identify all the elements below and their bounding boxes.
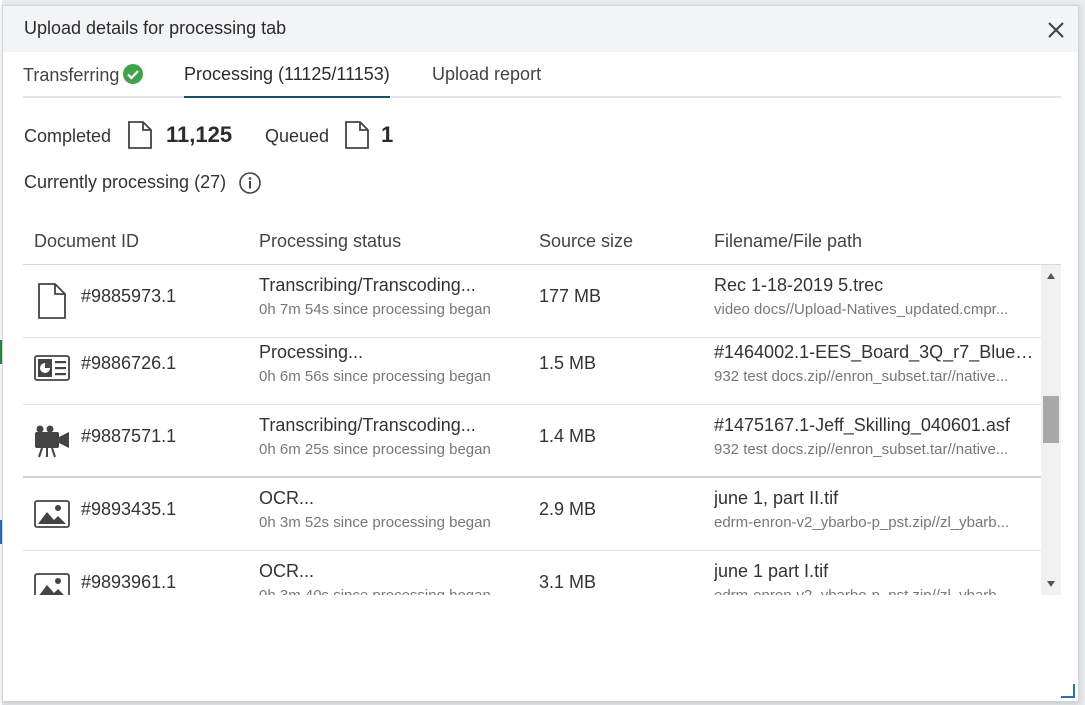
tab-bar: Transferring Processing (11125/11153) Up…	[23, 52, 1061, 98]
document-id[interactable]: #9885973.1	[81, 286, 176, 307]
video-camera-icon	[34, 423, 70, 459]
presentation-icon	[34, 350, 70, 386]
source-size: 2.9 MB	[539, 499, 597, 519]
elapsed-time: 0h 6m 56s since processing began	[259, 368, 491, 385]
elapsed-time: 0h 3m 52s since processing began	[259, 514, 491, 531]
table-row[interactable]: #9893435.1 OCR... 0h 3m 52s since proces…	[23, 478, 1041, 551]
column-header-filename[interactable]: Filename/File path	[714, 231, 862, 252]
tab-upload-report-label: Upload report	[432, 64, 542, 84]
elapsed-time: 0h 7m 54s since processing began	[259, 301, 491, 318]
elapsed-time: 0h 6m 25s since processing began	[259, 441, 491, 458]
upload-details-dialog: Upload details for processing tab Transf…	[2, 5, 1079, 702]
processing-status: Processing...	[259, 342, 364, 362]
processing-table-body: #9885973.1 Transcribing/Transcoding... 0…	[23, 265, 1041, 595]
close-button[interactable]	[1046, 20, 1066, 40]
source-size: 1.4 MB	[539, 426, 597, 446]
queued-count: 1	[381, 122, 394, 147]
document-id[interactable]: #9893961.1	[81, 572, 176, 593]
table-row[interactable]: #9886726.1 Processing... 0h 6m 56s since…	[23, 332, 1041, 405]
image-icon	[34, 496, 70, 532]
dialog-header: Upload details for processing tab	[3, 6, 1078, 52]
tab-upload-report[interactable]: Upload report	[432, 64, 541, 96]
tab-transferring[interactable]: Transferring	[23, 64, 144, 96]
table-row[interactable]: #9893961.1 OCR... 0h 3m 40s since proces…	[23, 551, 1041, 595]
completed-document-icon	[127, 121, 153, 154]
column-header-processing-status[interactable]: Processing status	[259, 231, 401, 252]
filename: june 1, part II.tif	[714, 488, 839, 508]
tab-processing-label: Processing (11125/11153)	[184, 64, 390, 84]
image-icon	[34, 569, 70, 595]
file-path: 932 test docs.zip//enron_subset.tar//nat…	[714, 368, 1009, 385]
resize-handle[interactable]	[1061, 684, 1075, 698]
filename: #1475167.1-Jeff_Skilling_040601.asf	[714, 415, 1010, 435]
source-size: 177 MB	[539, 286, 602, 306]
table-header: Document ID Processing status Source siz…	[23, 227, 1061, 265]
info-icon[interactable]	[239, 172, 261, 199]
check-circle-icon	[123, 64, 144, 89]
filename: Rec 1-18-2019 5.trec	[714, 275, 884, 295]
elapsed-time: 0h 3m 40s since processing began	[259, 587, 491, 595]
completed-label: Completed	[24, 126, 112, 146]
tab-processing[interactable]: Processing (11125/11153)	[184, 64, 390, 98]
table-row[interactable]: #9885973.1 Transcribing/Transcoding... 0…	[23, 265, 1041, 338]
file-path: 932 test docs.zip//enron_subset.tar//nat…	[714, 441, 1009, 458]
table-row[interactable]: #9887571.1 Transcribing/Transcoding... 0…	[23, 405, 1041, 478]
filename: #1464002.1-EES_Board_3Q_r7_Blue....	[714, 342, 1034, 362]
processing-status: Transcribing/Transcoding...	[259, 275, 476, 295]
filename: june 1 part I.tif	[714, 561, 829, 581]
source-size: 3.1 MB	[539, 572, 597, 592]
document-icon	[34, 283, 70, 319]
file-path: edrm-enron-v2_ybarbo-p_pst.zip//zl_ybarb…	[714, 587, 1034, 595]
processing-status: Transcribing/Transcoding...	[259, 415, 476, 435]
currently-processing-label: Currently processing (27)	[24, 172, 227, 192]
tab-transferring-label: Transferring	[23, 65, 120, 85]
document-id[interactable]: #9886726.1	[81, 353, 176, 374]
scroll-down-arrow-icon[interactable]	[1047, 581, 1055, 587]
document-id[interactable]: #9893435.1	[81, 499, 176, 520]
file-path: video docs//Upload-Natives_updated.cmpr.…	[714, 301, 1009, 318]
close-icon	[1048, 22, 1064, 38]
scroll-up-arrow-icon[interactable]	[1047, 273, 1055, 279]
column-header-source-size[interactable]: Source size	[539, 231, 633, 252]
file-path: edrm-enron-v2_ybarbo-p_pst.zip//zl_ybarb…	[714, 514, 1010, 531]
column-header-document-id[interactable]: Document ID	[34, 231, 139, 252]
source-size: 1.5 MB	[539, 353, 597, 373]
scroll-thumb[interactable]	[1043, 396, 1059, 443]
queued-document-icon	[344, 121, 370, 154]
processing-status: OCR...	[259, 488, 315, 508]
dialog-title: Upload details for processing tab	[24, 18, 287, 38]
processing-status: OCR...	[259, 561, 315, 581]
table-scrollbar[interactable]	[1041, 265, 1061, 595]
document-id[interactable]: #9887571.1	[81, 426, 176, 447]
queued-label: Queued	[265, 126, 330, 146]
completed-count: 11,125	[166, 122, 233, 147]
